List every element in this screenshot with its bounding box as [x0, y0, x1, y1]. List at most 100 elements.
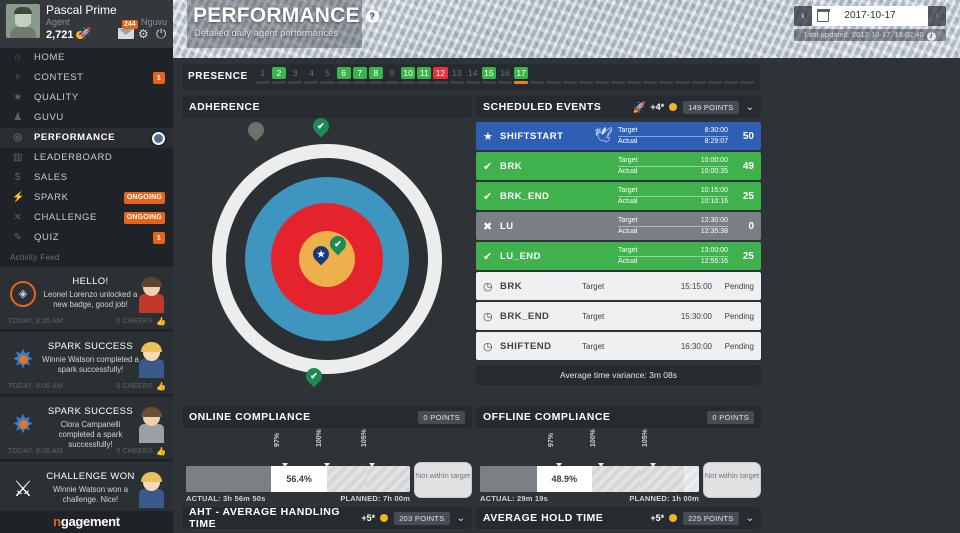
list-item[interactable]: SPARK SUCCESS Winnie Watson completed a … [0, 331, 173, 394]
coin-icon [669, 103, 678, 111]
chevron-down-icon[interactable]: ⌄ [457, 513, 465, 524]
avatar-body [139, 359, 164, 378]
event-times: Target 10:15:00 Actual 10:10:16 [618, 186, 728, 206]
presence-day[interactable] [562, 67, 577, 84]
presence-day[interactable]: 10 [401, 67, 416, 84]
list-item[interactable]: SPARK SUCCESS Clora Campanelli completed… [0, 396, 173, 459]
event-actual-line: Actual 10:00:35 [618, 167, 728, 177]
presence-day[interactable]: 4 [304, 67, 319, 84]
avatar-hair [141, 342, 162, 352]
presence-day[interactable]: 6 [336, 67, 351, 84]
pin-green-inner[interactable]: ✔ [326, 232, 350, 257]
pin-green-bottom[interactable]: ✔ [302, 364, 326, 389]
scheduled-event-row[interactable]: ✔ BRK_END Target 10:15:00 Actual 10:10:16 25 [476, 182, 761, 210]
scheduled-event-row[interactable]: ◷ BRK_END Target 15:30:00 Pending [476, 302, 761, 330]
sidebar-item-performance[interactable]: ◎ PERFORMANCE [0, 128, 173, 148]
adherence-dartboard: ✔ ✔ ★ ✔ [182, 114, 472, 418]
scheduled-event-row[interactable]: ◷ BRK Target 15:15:00 Pending [476, 272, 761, 300]
tick-label: 100% [590, 429, 597, 447]
sidebar-item-label: HOME [34, 52, 65, 63]
list-item[interactable]: HELLO! Leonel Lorenzo unlocked a new bad… [0, 266, 173, 329]
presence-day[interactable] [707, 67, 722, 84]
scheduled-event-row[interactable]: ★ SHIFTSTART 🕊 Target 8:30:00 Actual 8:29:07 50 [476, 122, 761, 150]
thumbs-up-icon[interactable]: 👍 [156, 382, 166, 391]
presence-day[interactable] [546, 67, 561, 84]
presence-day[interactable] [530, 67, 545, 84]
rocket-icon: 🚀 [632, 101, 647, 114]
thumbs-up-icon[interactable]: 👍 [156, 317, 166, 326]
sidebar-item-home[interactable]: ⌂ HOME [0, 48, 173, 68]
gear-icon[interactable]: ⚙ [138, 28, 149, 40]
question-icon[interactable]: ? [365, 10, 379, 23]
presence-day[interactable] [643, 67, 658, 84]
user-points-value: 2,721 [46, 29, 74, 41]
aht-header[interactable]: AHT - AVERAGE HANDLING TIME +5* 203 POIN… [182, 506, 472, 530]
offline-compliance-bar: 48.9% [480, 466, 699, 492]
presence-day[interactable] [659, 67, 674, 84]
scheduled-event-row[interactable]: ◷ SHIFTEND Target 16:30:00 Pending [476, 332, 761, 360]
chevron-down-icon[interactable]: ⌄ [746, 102, 754, 113]
presence-day[interactable]: 1 [255, 67, 270, 84]
sidebar-nav: ⌂ HOME ♆ CONTEST 1 ★ QUALITY ♟ GUVU ◎ PE… [0, 48, 173, 248]
sidebar-item-sales[interactable]: $ SALES [0, 168, 173, 188]
scheduled-event-row[interactable]: ✔ LU_END Target 13:00:00 Actual 12:55:16 25 [476, 242, 761, 270]
presence-day[interactable]: 3 [288, 67, 303, 84]
presence-day[interactable]: 11 [417, 67, 432, 84]
sidebar: Pascal Prime Agent Nguvu 2,721 🚀 244 ⚙ ⏻… [0, 0, 173, 533]
scheduled-event-row[interactable]: ✖ LU Target 12:30:00 Actual 12:35:38 0 [476, 212, 761, 240]
presence-day-bar [675, 81, 690, 84]
sidebar-item-quality[interactable]: ★ QUALITY [0, 88, 173, 108]
pencil-icon: ✎ [13, 232, 23, 243]
event-target-label: Target [618, 157, 638, 164]
presence-day[interactable]: 15 [481, 67, 496, 84]
info-icon[interactable]: i [926, 32, 936, 41]
sidebar-item-challenge[interactable]: ✕ CHALLENGE ONGOING [0, 208, 173, 228]
chevron-left-icon[interactable]: ‹ [794, 6, 812, 26]
sidebar-item-leaderboard[interactable]: ▥ LEADERBOARD [0, 148, 173, 168]
messages-button[interactable]: 244 [118, 20, 138, 40]
hold-time-header[interactable]: AVERAGE HOLD TIME +5* 225 POINTS ⌄ [476, 507, 761, 529]
presence-day-bar [514, 81, 529, 84]
power-icon[interactable]: ⏻ [156, 27, 166, 40]
chevron-down-icon[interactable]: ⌄ [746, 513, 754, 524]
presence-day[interactable] [610, 67, 626, 84]
spark-icon [10, 346, 36, 372]
presence-day[interactable]: 7 [352, 67, 367, 84]
presence-day-number [530, 67, 544, 79]
sidebar-item-guvu[interactable]: ♟ GUVU [0, 108, 173, 128]
presence-day[interactable] [675, 67, 690, 84]
presence-day[interactable] [594, 67, 609, 84]
bar-hatch-3 [683, 466, 699, 492]
date-input[interactable]: 2017-10-17 [812, 6, 928, 26]
thumbs-up-icon[interactable]: 👍 [156, 447, 166, 456]
sidebar-item-contest[interactable]: ♆ CONTEST 1 [0, 68, 173, 88]
presence-day-bar [578, 81, 593, 84]
chevron-right-icon[interactable]: › [928, 6, 946, 26]
presence-day[interactable] [723, 67, 739, 84]
pin-green-top[interactable]: ✔ [309, 114, 333, 139]
scheduled-event-row[interactable]: ✔ BRK Target 10:00:00 Actual 10:00:35 49 [476, 152, 761, 180]
presence-day[interactable]: 9 [384, 67, 400, 84]
presence-day[interactable] [627, 67, 642, 84]
event-target-label: Target [582, 281, 605, 291]
sidebar-item-spark[interactable]: ⚡ SPARK ONGOING [0, 188, 173, 208]
presence-day[interactable]: 8 [368, 67, 383, 84]
presence-day[interactable]: 13 [449, 67, 464, 84]
sidebar-item-quiz[interactable]: ✎ QUIZ 1 [0, 228, 173, 248]
hold-time-panel[interactable]: AVERAGE HOLD TIME +5* 225 POINTS ⌄ [476, 507, 761, 529]
feed-body: Winnie Watson completed a spark successf… [42, 355, 139, 374]
presence-day[interactable] [578, 67, 593, 84]
presence-day[interactable]: 14 [465, 67, 480, 84]
pin-blue-center[interactable]: ★ [309, 242, 333, 267]
presence-day[interactable]: 17 [514, 67, 529, 84]
presence-day[interactable]: 16 [497, 67, 513, 84]
presence-day[interactable] [740, 67, 755, 84]
presence-day[interactable]: 5 [320, 67, 335, 84]
date-value: 2017-10-17 [844, 10, 896, 21]
presence-day[interactable]: 2 [271, 67, 287, 84]
presence-day[interactable]: 12 [433, 67, 448, 84]
pin-grey-top[interactable] [244, 118, 268, 143]
presence-day[interactable] [691, 67, 706, 84]
aht-panel[interactable]: AHT - AVERAGE HANDLING TIME +5* 203 POIN… [182, 506, 472, 530]
avatar[interactable] [6, 4, 40, 38]
